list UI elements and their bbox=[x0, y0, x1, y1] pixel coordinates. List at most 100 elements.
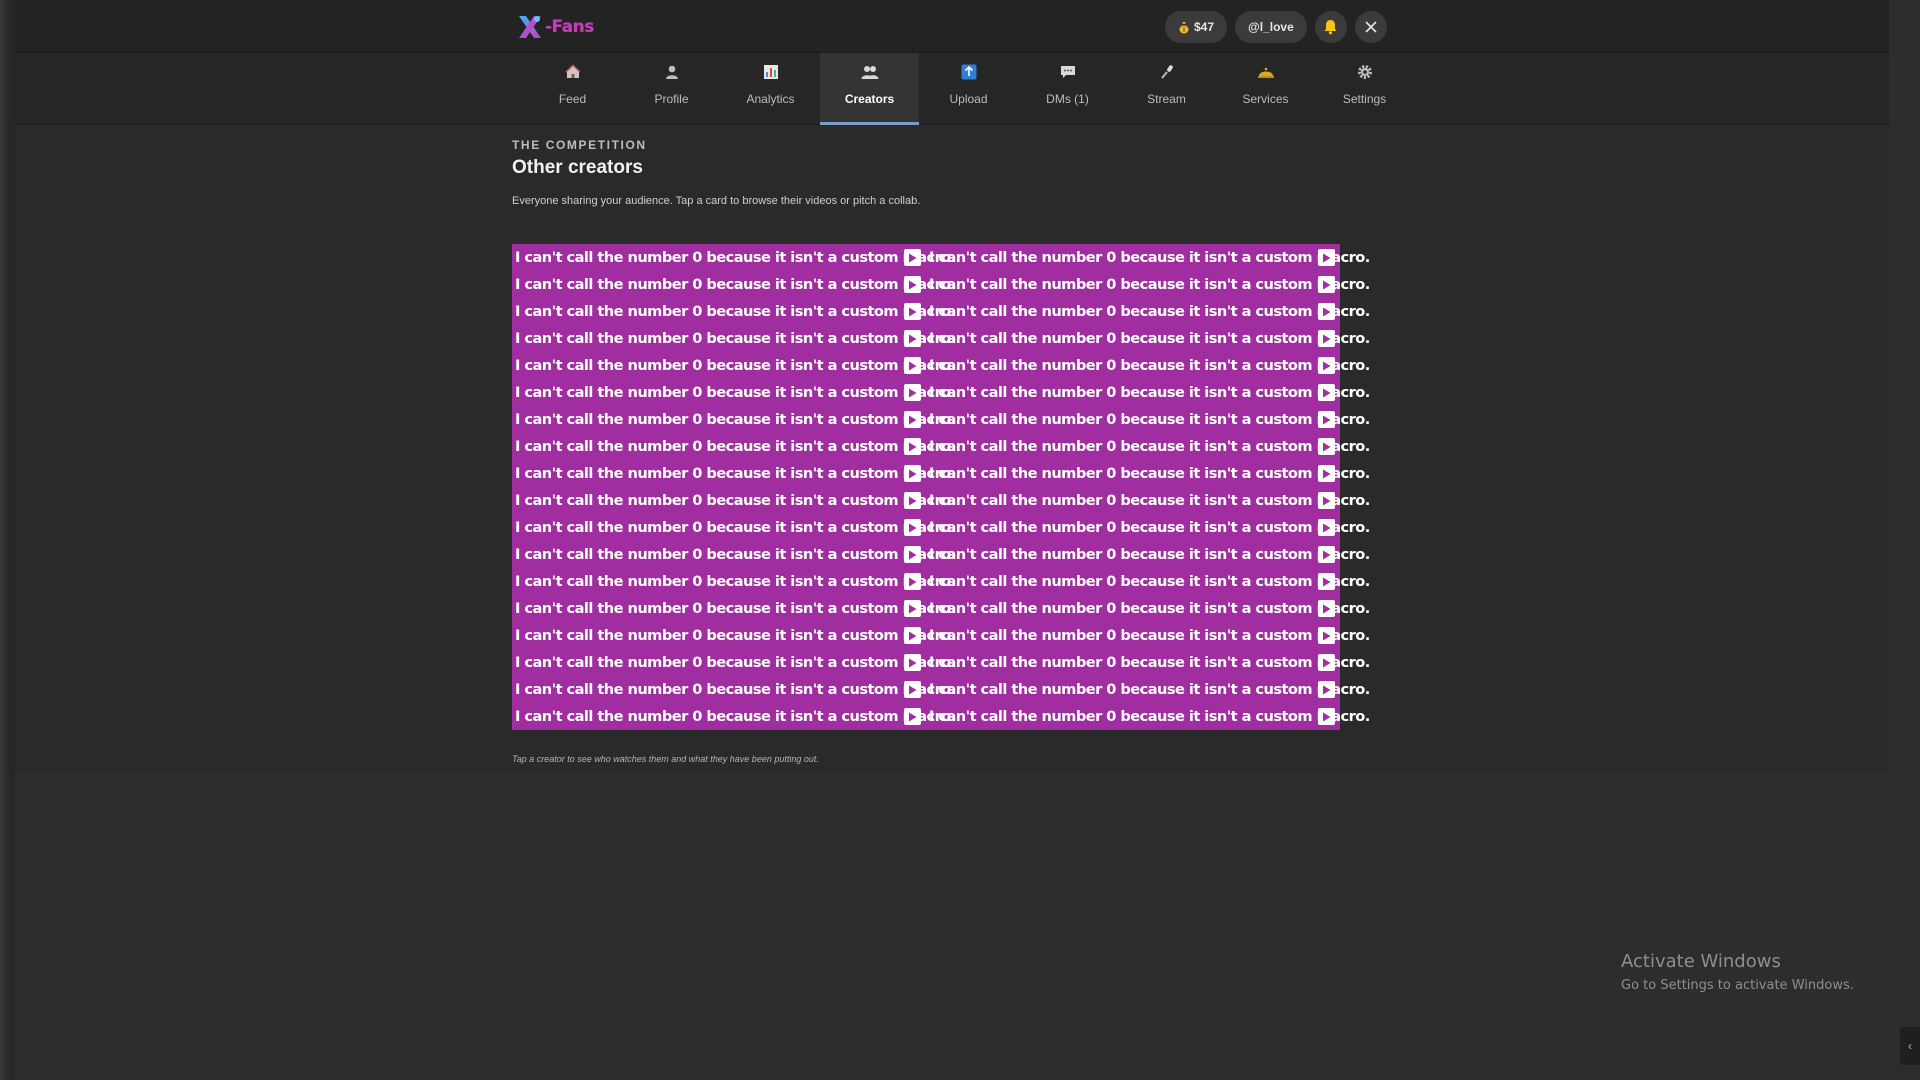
play-icon[interactable] bbox=[1318, 681, 1335, 698]
play-icon[interactable] bbox=[1318, 546, 1335, 563]
play-icon[interactable] bbox=[904, 708, 921, 725]
play-icon[interactable] bbox=[904, 249, 921, 266]
play-icon[interactable] bbox=[904, 627, 921, 644]
play-icon[interactable] bbox=[1318, 492, 1335, 509]
play-icon[interactable] bbox=[1318, 411, 1335, 428]
creator-card-text: I can't call the number 0 because it isn… bbox=[929, 492, 1370, 509]
creator-card[interactable]: I can't call the number 0 because it isn… bbox=[926, 298, 1370, 325]
creator-card[interactable]: I can't call the number 0 because it isn… bbox=[512, 487, 956, 514]
creator-card[interactable]: I can't call the number 0 because it isn… bbox=[512, 433, 956, 460]
collapse-panel-button[interactable]: ‹ bbox=[1900, 1027, 1920, 1065]
nav-tab-label: Analytics bbox=[746, 92, 795, 106]
play-icon[interactable] bbox=[1318, 573, 1335, 590]
balance-button[interactable]: $47 bbox=[1165, 11, 1228, 43]
creator-card[interactable]: I can't call the number 0 because it isn… bbox=[926, 568, 1370, 595]
play-icon[interactable] bbox=[1318, 276, 1335, 293]
nav-tab-dms-1[interactable]: DMs (1) bbox=[1018, 53, 1117, 125]
play-icon[interactable] bbox=[904, 573, 921, 590]
notifications-button[interactable] bbox=[1314, 11, 1347, 43]
creator-card[interactable]: I can't call the number 0 because it isn… bbox=[926, 244, 1370, 271]
nav-tab-upload[interactable]: Upload bbox=[919, 53, 1018, 125]
play-icon[interactable] bbox=[904, 303, 921, 320]
play-icon[interactable] bbox=[904, 357, 921, 374]
chevron-left-icon: ‹ bbox=[1908, 1039, 1912, 1053]
nav-tab-services[interactable]: Services bbox=[1216, 53, 1315, 125]
play-icon[interactable] bbox=[1318, 249, 1335, 266]
creator-card[interactable]: I can't call the number 0 because it isn… bbox=[926, 514, 1370, 541]
nav-tab-analytics[interactable]: Analytics bbox=[721, 53, 820, 125]
creator-card[interactable]: I can't call the number 0 because it isn… bbox=[512, 271, 956, 298]
creator-card[interactable]: I can't call the number 0 because it isn… bbox=[512, 568, 956, 595]
creator-card[interactable]: I can't call the number 0 because it isn… bbox=[926, 487, 1370, 514]
creator-card-text: I can't call the number 0 because it isn… bbox=[515, 519, 956, 536]
nav-tab-label: Settings bbox=[1342, 92, 1387, 106]
play-icon[interactable] bbox=[1318, 627, 1335, 644]
nav-tab-creators[interactable]: Creators bbox=[820, 53, 919, 125]
creator-card[interactable]: I can't call the number 0 because it isn… bbox=[926, 352, 1370, 379]
creator-card[interactable]: I can't call the number 0 because it isn… bbox=[512, 622, 956, 649]
creator-card[interactable]: I can't call the number 0 because it isn… bbox=[512, 352, 956, 379]
play-icon[interactable] bbox=[904, 384, 921, 401]
creator-card[interactable]: I can't call the number 0 because it isn… bbox=[512, 298, 956, 325]
creator-card[interactable]: I can't call the number 0 because it isn… bbox=[926, 595, 1370, 622]
nav-tab-profile[interactable]: Profile bbox=[622, 53, 721, 125]
creator-card[interactable]: I can't call the number 0 because it isn… bbox=[926, 622, 1370, 649]
play-icon[interactable] bbox=[904, 330, 921, 347]
play-icon[interactable] bbox=[1318, 330, 1335, 347]
play-icon[interactable] bbox=[1318, 384, 1335, 401]
creator-card[interactable]: I can't call the number 0 because it isn… bbox=[512, 595, 956, 622]
close-button[interactable] bbox=[1354, 11, 1387, 43]
app-logo[interactable]: -Fans bbox=[515, 10, 594, 44]
play-icon[interactable] bbox=[904, 465, 921, 482]
creator-card-text: I can't call the number 0 because it isn… bbox=[515, 492, 956, 509]
play-icon[interactable] bbox=[1318, 438, 1335, 455]
creator-card[interactable]: I can't call the number 0 because it isn… bbox=[926, 433, 1370, 460]
creator-card[interactable]: I can't call the number 0 because it isn… bbox=[926, 406, 1370, 433]
nav-tab-settings[interactable]: Settings bbox=[1315, 53, 1414, 125]
creator-card[interactable]: I can't call the number 0 because it isn… bbox=[512, 541, 956, 568]
creator-card[interactable]: I can't call the number 0 because it isn… bbox=[926, 676, 1370, 703]
page-scrollbar[interactable]: ‹ bbox=[1889, 0, 1920, 1080]
creator-card[interactable]: I can't call the number 0 because it isn… bbox=[512, 703, 956, 730]
creator-card[interactable]: I can't call the number 0 because it isn… bbox=[512, 325, 956, 352]
username-button[interactable]: @l_love bbox=[1235, 11, 1307, 43]
creator-card[interactable]: I can't call the number 0 because it isn… bbox=[926, 541, 1370, 568]
creator-card[interactable]: I can't call the number 0 because it isn… bbox=[512, 379, 956, 406]
creator-card[interactable]: I can't call the number 0 because it isn… bbox=[926, 460, 1370, 487]
play-icon[interactable] bbox=[1318, 465, 1335, 482]
creator-card[interactable]: I can't call the number 0 because it isn… bbox=[512, 514, 956, 541]
play-icon[interactable] bbox=[1318, 303, 1335, 320]
creator-card-text: I can't call the number 0 because it isn… bbox=[929, 330, 1370, 347]
creator-card[interactable]: I can't call the number 0 because it isn… bbox=[512, 460, 956, 487]
play-icon[interactable] bbox=[904, 411, 921, 428]
play-icon[interactable] bbox=[1318, 600, 1335, 617]
app-window: -Fans $47 @l_love Feed Profile Analytics… bbox=[15, 0, 1889, 774]
play-icon[interactable] bbox=[1318, 357, 1335, 374]
play-icon[interactable] bbox=[904, 600, 921, 617]
creator-card[interactable]: I can't call the number 0 because it isn… bbox=[926, 379, 1370, 406]
creator-card[interactable]: I can't call the number 0 because it isn… bbox=[512, 244, 956, 271]
creator-card[interactable]: I can't call the number 0 because it isn… bbox=[926, 271, 1370, 298]
creator-card[interactable]: I can't call the number 0 because it isn… bbox=[926, 703, 1370, 730]
nav-tab-stream[interactable]: Stream bbox=[1117, 53, 1216, 125]
creator-card[interactable]: I can't call the number 0 because it isn… bbox=[512, 406, 956, 433]
creator-card[interactable]: I can't call the number 0 because it isn… bbox=[512, 676, 956, 703]
play-icon[interactable] bbox=[1318, 708, 1335, 725]
creator-card[interactable]: I can't call the number 0 because it isn… bbox=[926, 649, 1370, 676]
play-icon[interactable] bbox=[1318, 519, 1335, 536]
play-icon[interactable] bbox=[1318, 654, 1335, 671]
play-icon[interactable] bbox=[904, 438, 921, 455]
creator-card[interactable]: I can't call the number 0 because it isn… bbox=[512, 649, 956, 676]
creator-card-text: I can't call the number 0 because it isn… bbox=[515, 681, 956, 698]
play-icon[interactable] bbox=[904, 654, 921, 671]
play-icon[interactable] bbox=[904, 681, 921, 698]
play-icon[interactable] bbox=[904, 492, 921, 509]
creator-card-text: I can't call the number 0 because it isn… bbox=[515, 438, 956, 455]
play-icon[interactable] bbox=[904, 519, 921, 536]
play-icon[interactable] bbox=[904, 276, 921, 293]
play-icon[interactable] bbox=[904, 546, 921, 563]
nav-tab-feed[interactable]: Feed bbox=[523, 53, 622, 125]
creator-card[interactable]: I can't call the number 0 because it isn… bbox=[926, 325, 1370, 352]
home-icon bbox=[563, 62, 583, 82]
page-title: Other creators bbox=[512, 157, 643, 178]
